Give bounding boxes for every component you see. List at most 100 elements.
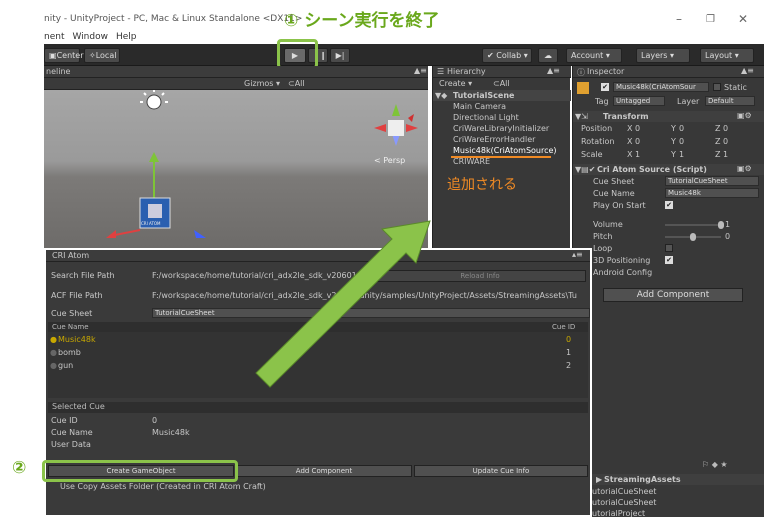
rotation-z-field[interactable]: 0 (723, 137, 728, 146)
tab-cri-atom[interactable]: CRI Atom (52, 251, 89, 260)
volume-slider-track[interactable] (665, 224, 721, 226)
transform-header[interactable]: ▼⇲ Transform ▣⚙ (573, 111, 764, 122)
update-cue-info-button[interactable]: Update Cue Info (414, 465, 588, 477)
cue-sheet-label: Cue Sheet (593, 177, 635, 186)
layout-dropdown[interactable]: Layout ▾ (700, 48, 754, 63)
copy-assets-option[interactable]: Use Copy Assets Folder (Created in CRI A… (60, 482, 266, 491)
cri-source-header[interactable]: ▼▤✔ Cri Atom Source (Script) ▣⚙ (573, 164, 764, 175)
tab-timeline[interactable]: neline (46, 67, 70, 76)
android-config-label[interactable]: Android Config (593, 268, 652, 277)
position-label: Position (581, 124, 613, 133)
position-x-field[interactable]: 0 (635, 124, 640, 133)
create-gameobject-highlight (42, 460, 238, 482)
object-name-field[interactable]: Music48k(CriAtomSour (613, 82, 709, 92)
persp-label[interactable]: < Persp (374, 156, 405, 165)
scene-control-bar: Gizmos ▾ ⊂All (44, 78, 428, 90)
cloud-button[interactable]: ☁ (538, 48, 558, 63)
project-toolbar-icons[interactable]: ⚐ ◆ ★ (702, 460, 728, 469)
scale-y-field[interactable]: 1 (679, 150, 684, 159)
project-file[interactable]: utorialCueSheet (592, 498, 656, 507)
scale-label: Scale (581, 150, 603, 159)
axis-y-label: Y (671, 137, 676, 146)
hierarchy-item-light[interactable]: Directional Light (453, 113, 519, 122)
pitch-value[interactable]: 0 (725, 232, 730, 241)
col-cue-id[interactable]: Cue ID (552, 322, 575, 332)
orientation-gizmo-icon (374, 104, 418, 146)
cue-sheet-field[interactable]: TutorialCueSheet (665, 176, 759, 186)
pivot-local-button[interactable]: ✧Local (84, 48, 120, 63)
tab-hierarchy[interactable]: Hierarchy (447, 67, 486, 76)
rotation-y-field[interactable]: 0 (679, 137, 684, 146)
streamingassets-folder[interactable]: ▶ StreamingAssets (592, 474, 764, 485)
lock-icon[interactable]: ▲≡ (741, 66, 754, 75)
add-component-button[interactable]: Add Component (603, 288, 743, 302)
menu-help[interactable]: Help (116, 32, 137, 42)
lock-icon[interactable]: ▲≡ (414, 66, 427, 75)
cue-name-field[interactable]: Music48k (665, 188, 759, 198)
scene-search[interactable]: ⊂All (288, 79, 305, 88)
lock-icon[interactable]: ▲≡ (547, 66, 560, 75)
hierarchy-item-lib-init[interactable]: CriWareLibraryInitializer (453, 124, 549, 133)
layers-dropdown[interactable]: Layers ▾ (636, 48, 690, 63)
annotation-step2: ② (12, 458, 27, 478)
menu-window[interactable]: Window (72, 32, 108, 42)
pitch-slider-thumb[interactable] (690, 233, 696, 241)
window-title: nity - UnityProject - PC, Mac & Linux St… (44, 14, 303, 24)
minimize-button[interactable]: – (676, 12, 682, 26)
acf-path-label: ACF File Path (51, 291, 103, 300)
gizmos-dropdown[interactable]: Gizmos ▾ (244, 79, 280, 88)
rotation-x-field[interactable]: 0 (635, 137, 640, 146)
col-cue-name[interactable]: Cue Name (52, 322, 89, 332)
selected-cue-header: Selected Cue (48, 402, 588, 413)
selected-cue-id-value: 0 (152, 416, 158, 425)
window-menu-icon[interactable]: ▴≡ (572, 250, 583, 259)
account-dropdown[interactable]: Account ▾ (566, 48, 622, 63)
hierarchy-item-music48k[interactable]: Music48k(CriAtomSource) (453, 146, 557, 155)
project-file[interactable]: utorialCueSheet (592, 487, 656, 496)
volume-value[interactable]: 1 (725, 220, 730, 229)
loop-checkbox[interactable] (665, 244, 673, 252)
position-y-field[interactable]: 0 (679, 124, 684, 133)
layer-dropdown[interactable]: Default (705, 96, 755, 106)
play-on-start-checkbox[interactable]: ✔ (665, 201, 673, 209)
scale-z-field[interactable]: 1 (723, 150, 728, 159)
hierarchy-item-error-handler[interactable]: CriWareErrorHandler (453, 135, 535, 144)
pivot-center-button[interactable]: ▣Center (44, 48, 84, 63)
menu-component[interactable]: nent (44, 32, 64, 42)
hierarchy-panel: ☰ Hierarchy ▲≡ Create ▾ ⊂All ▼◆ Tutorial… (432, 66, 571, 248)
pitch-label: Pitch (593, 232, 613, 241)
play-highlight (277, 39, 318, 69)
cue-name-label: Cue Name (593, 189, 635, 198)
info-icon: ⓘ (577, 68, 585, 77)
settings-icon[interactable]: ▣⚙ (737, 111, 752, 120)
hierarchy-search[interactable]: ⊂All (493, 79, 510, 88)
collab-button[interactable]: ✔ Collab ▾ (482, 48, 532, 63)
local-icon: ✧ (89, 51, 96, 60)
step-button[interactable]: ▶| (330, 48, 350, 63)
tab-inspector[interactable]: Inspector (587, 67, 624, 76)
active-checkbox[interactable]: ✔ (601, 83, 609, 91)
close-button[interactable]: ✕ (738, 12, 748, 26)
add-component-button[interactable]: Add Component (236, 465, 412, 477)
maximize-button[interactable]: ❐ (706, 14, 715, 25)
scene-row[interactable]: ▼◆ TutorialScene (433, 90, 571, 101)
loop-label: Loop (593, 244, 613, 253)
positioning-checkbox[interactable]: ✔ (665, 256, 673, 264)
scene-tab-bar: neline ▲≡ (44, 66, 428, 78)
cloud-icon: ☁ (544, 51, 552, 60)
axis-z-label: Z (715, 137, 721, 146)
hierarchy-create[interactable]: Create ▾ (439, 79, 472, 88)
tag-dropdown[interactable]: Untagged (613, 96, 665, 106)
scale-x-field[interactable]: 1 (635, 150, 640, 159)
project-file[interactable]: utorialProject (592, 509, 645, 517)
added-annotation: 追加される (447, 177, 517, 193)
volume-slider-thumb[interactable] (718, 221, 724, 229)
hierarchy-item-criware[interactable]: CRIWARE (453, 157, 490, 166)
inspector-tab-bar: ⓘ Inspector ▲≡ (573, 66, 764, 78)
static-checkbox[interactable] (713, 83, 721, 91)
radio-icon: ● (50, 335, 57, 344)
position-z-field[interactable]: 0 (723, 124, 728, 133)
settings-icon[interactable]: ▣⚙ (737, 164, 752, 173)
selected-cue-name-value: Music48k (152, 428, 190, 437)
hierarchy-item-main-camera[interactable]: Main Camera (453, 102, 506, 111)
